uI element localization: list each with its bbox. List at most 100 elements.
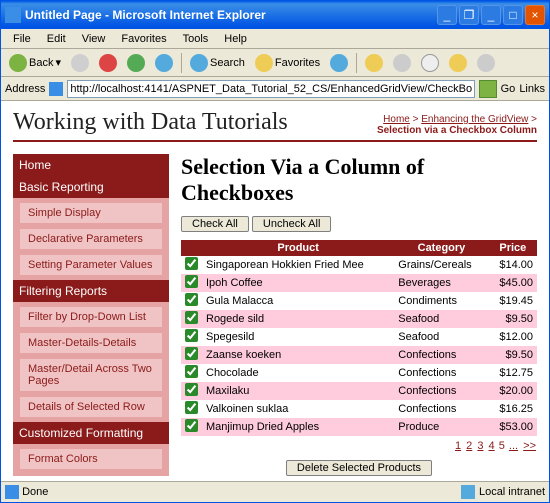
row-checkbox[interactable] — [185, 275, 198, 288]
discuss-button[interactable] — [445, 52, 471, 74]
cell-product: Gula Malacca — [202, 292, 394, 310]
favorites-label: Favorites — [275, 57, 320, 69]
table-row: MaxilakuConfections$20.00 — [181, 382, 537, 400]
cell-product: Zaanse koeken — [202, 346, 394, 364]
edit-icon — [421, 54, 439, 72]
pager-ellipsis[interactable]: ... — [508, 440, 519, 452]
history-button[interactable] — [326, 52, 352, 74]
pager-page[interactable]: 2 — [465, 440, 473, 452]
address-label: Address — [5, 83, 45, 95]
row-checkbox[interactable] — [185, 329, 198, 342]
cell-product: Chocolade — [202, 364, 394, 382]
row-checkbox[interactable] — [185, 311, 198, 324]
research-icon — [477, 54, 495, 72]
row-checkbox[interactable] — [185, 257, 198, 270]
cell-category: Grains/Cereals — [394, 256, 488, 274]
sidebar-section[interactable]: Basic Reporting — [13, 176, 169, 198]
forward-icon — [71, 54, 89, 72]
cell-category: Condiments — [394, 292, 488, 310]
row-checkbox[interactable] — [185, 383, 198, 396]
favorites-icon — [255, 54, 273, 72]
delete-selected-button[interactable]: Delete Selected Products — [286, 460, 432, 476]
breadcrumb-home[interactable]: Home — [383, 114, 410, 125]
menu-edit[interactable]: Edit — [39, 31, 74, 47]
pager-page[interactable]: 3 — [476, 440, 484, 452]
restore-button[interactable]: ❐ — [459, 5, 479, 25]
cell-category: Confections — [394, 346, 488, 364]
cell-category: Confections — [394, 382, 488, 400]
window-title: Untitled Page - Microsoft Internet Explo… — [25, 8, 435, 22]
sidebar-item[interactable]: Declarative Parameters — [19, 228, 163, 250]
pager-page[interactable]: 1 — [454, 440, 462, 452]
menu-file[interactable]: File — [5, 31, 39, 47]
sidebar-item[interactable]: Master/Detail Across Two Pages — [19, 358, 163, 392]
back-icon — [9, 54, 27, 72]
home-button[interactable] — [151, 52, 177, 74]
sidebar-section[interactable]: Filtering Reports — [13, 280, 169, 302]
go-button[interactable] — [479, 80, 497, 98]
cell-product: Spegesild — [202, 328, 394, 346]
menu-help[interactable]: Help — [216, 31, 255, 47]
history-icon — [330, 54, 348, 72]
breadcrumb-enhancing[interactable]: Enhancing the GridView — [421, 114, 528, 125]
cell-price: $45.00 — [489, 274, 537, 292]
header-price: Price — [489, 240, 537, 256]
refresh-icon — [127, 54, 145, 72]
table-row: Manjimup Dried ApplesProduce$53.00 — [181, 418, 537, 436]
table-row: Valkoinen suklaaConfections$16.25 — [181, 400, 537, 418]
page-icon — [49, 82, 63, 96]
links-label[interactable]: Links — [519, 83, 545, 95]
sidebar-item[interactable]: Setting Parameter Values — [19, 254, 163, 276]
print-icon — [393, 54, 411, 72]
edit-button[interactable] — [417, 52, 443, 74]
sidebar-section[interactable]: Customized Formatting — [13, 422, 169, 444]
address-input[interactable] — [67, 80, 474, 98]
forward-button[interactable] — [67, 52, 93, 74]
products-table: Product Category Price Singaporean Hokki… — [181, 240, 537, 436]
sidebar-item[interactable]: Format Colors — [19, 448, 163, 470]
sidebar-item[interactable]: Filter by Drop-Down List — [19, 306, 163, 328]
sidebar-item[interactable]: Master-Details-Details — [19, 332, 163, 354]
cell-price: $19.45 — [489, 292, 537, 310]
uncheck-all-button[interactable]: Uncheck All — [252, 216, 331, 232]
row-checkbox[interactable] — [185, 293, 198, 306]
table-row: Zaanse koekenConfections$9.50 — [181, 346, 537, 364]
statusbar: Done Local intranet — [1, 481, 549, 501]
minimize-button[interactable]: _ — [437, 5, 457, 25]
cell-price: $9.50 — [489, 346, 537, 364]
row-checkbox[interactable] — [185, 401, 198, 414]
minimize2-button[interactable]: _ — [481, 5, 501, 25]
back-button[interactable]: Back ▾ — [5, 52, 65, 74]
row-checkbox[interactable] — [185, 365, 198, 378]
pager-page[interactable]: 4 — [488, 440, 496, 452]
table-row: Rogede sildSeafood$9.50 — [181, 310, 537, 328]
cell-product: Ipoh Coffee — [202, 274, 394, 292]
main-content: Selection Via a Column of Checkboxes Che… — [181, 154, 537, 476]
cell-product: Manjimup Dried Apples — [202, 418, 394, 436]
sidebar: HomeBasic Reporting Simple Display Declara… — [13, 154, 169, 476]
sidebar-item[interactable]: Details of Selected Row — [19, 396, 163, 418]
check-all-button[interactable]: Check All — [181, 216, 249, 232]
maximize-button[interactable]: □ — [503, 5, 523, 25]
sidebar-section[interactable]: Home — [13, 154, 169, 176]
menu-view[interactable]: View — [74, 31, 114, 47]
cell-category: Confections — [394, 400, 488, 418]
separator — [181, 53, 182, 73]
back-label: Back — [29, 57, 53, 69]
header-product: Product — [202, 240, 394, 256]
sidebar-item[interactable]: Simple Display — [19, 202, 163, 224]
pager-next[interactable]: >> — [522, 440, 537, 452]
close-button[interactable]: × — [525, 5, 545, 25]
search-button[interactable]: Search — [186, 52, 249, 74]
favorites-button[interactable]: Favorites — [251, 52, 324, 74]
refresh-button[interactable] — [123, 52, 149, 74]
research-button[interactable] — [473, 52, 499, 74]
row-checkbox[interactable] — [185, 419, 198, 432]
menu-tools[interactable]: Tools — [175, 31, 217, 47]
stop-button[interactable] — [95, 52, 121, 74]
menu-favorites[interactable]: Favorites — [113, 31, 174, 47]
print-button[interactable] — [389, 52, 415, 74]
row-checkbox[interactable] — [185, 347, 198, 360]
cell-price: $12.00 — [489, 328, 537, 346]
mail-button[interactable] — [361, 52, 387, 74]
